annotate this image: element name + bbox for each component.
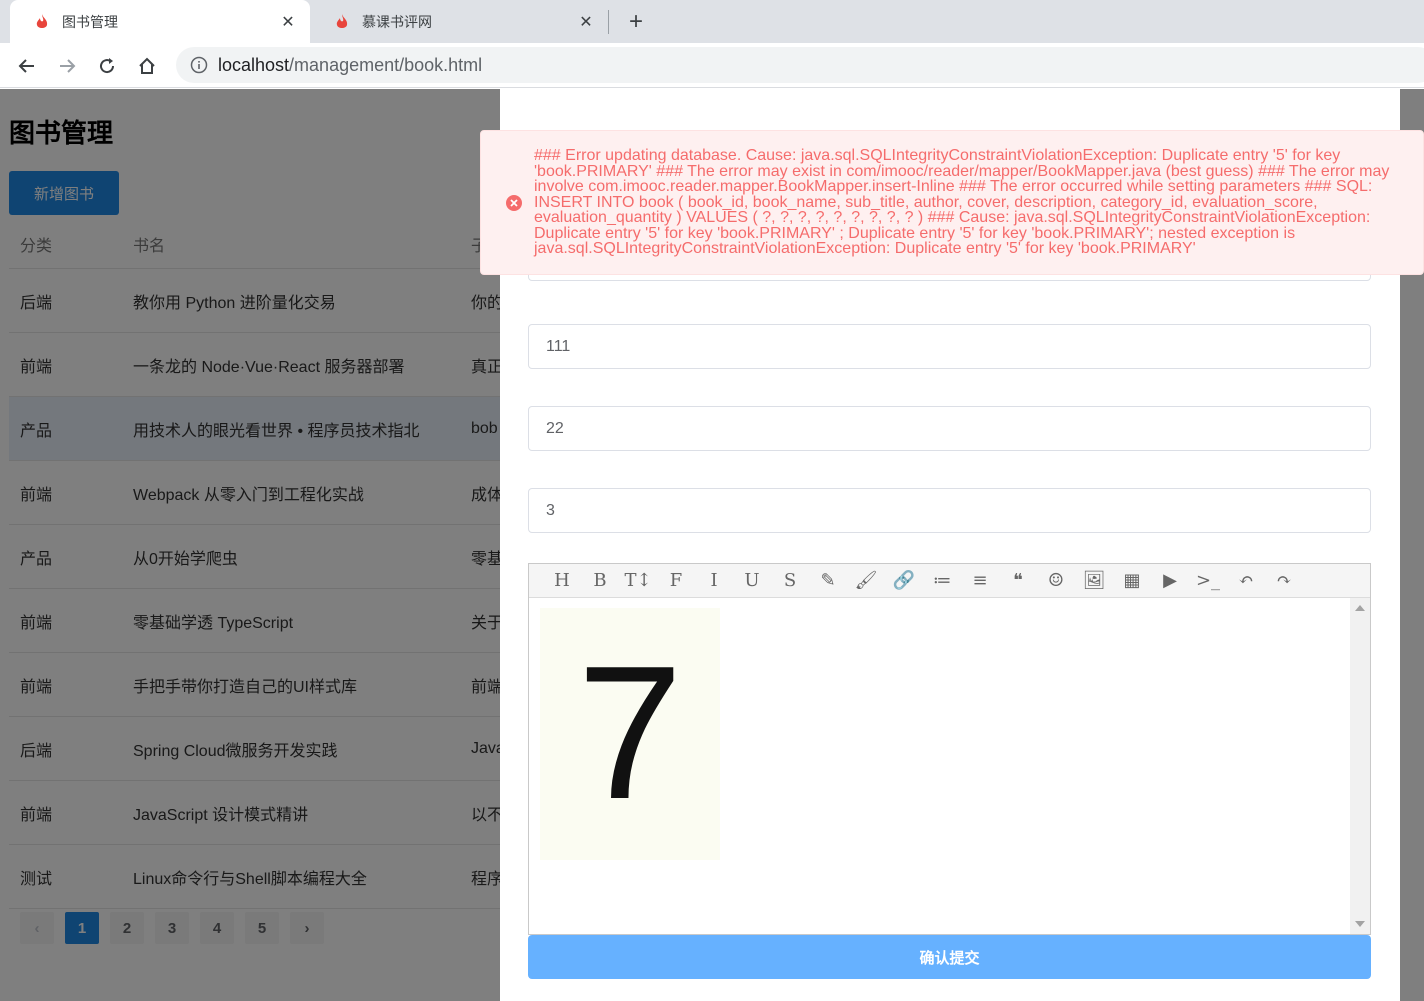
- highlight-icon[interactable]: ✎: [809, 566, 847, 596]
- home-icon[interactable]: [133, 52, 161, 80]
- book-field-1[interactable]: 111: [528, 324, 1371, 369]
- flame-icon: [34, 13, 50, 30]
- tab-book-management[interactable]: 图书管理 ✕: [10, 0, 310, 43]
- heading-icon[interactable]: H: [543, 566, 581, 596]
- browser-tab-bar: 图书管理 ✕ 慕课书评网 ✕ +: [0, 0, 1424, 43]
- url-host: localhost: [218, 54, 290, 75]
- emoji-icon[interactable]: ☺: [1037, 566, 1075, 596]
- redo-icon[interactable]: ↷: [1265, 566, 1303, 596]
- new-tab-plus-icon[interactable]: +: [622, 8, 650, 36]
- italic-icon[interactable]: I: [695, 566, 733, 596]
- editor-toolbar: H B T↕ F I U S ✎ 🖌 🔗 ≔ ≡ ❝ ☺ 🖼 ▦ ▶ >_ ↶ ↷: [529, 564, 1370, 598]
- scroll-down-arrow-icon[interactable]: [1355, 921, 1365, 927]
- error-text: ### Error updating database. Cause: java…: [534, 147, 1390, 258]
- cover-image-text: 7: [577, 627, 683, 839]
- editor-scrollbar[interactable]: [1350, 598, 1370, 934]
- tab-title: 慕课书评网: [362, 13, 432, 30]
- close-icon[interactable]: ✕: [576, 12, 596, 32]
- rich-text-editor[interactable]: H B T↕ F I U S ✎ 🖌 🔗 ≔ ≡ ❝ ☺ 🖼 ▦ ▶ >_ ↶ ↷ 7: [528, 563, 1371, 935]
- strikethrough-icon[interactable]: S: [771, 566, 809, 596]
- submit-button[interactable]: 确认提交: [528, 935, 1371, 979]
- font-family-icon[interactable]: F: [657, 566, 695, 596]
- address-bar[interactable]: localhost/management/book.html: [176, 47, 1424, 83]
- url-path: /management/book.html: [289, 54, 483, 75]
- scroll-up-arrow-icon[interactable]: [1355, 605, 1365, 611]
- underline-icon[interactable]: U: [733, 566, 771, 596]
- back-arrow-icon[interactable]: [13, 52, 41, 80]
- align-icon[interactable]: ≡: [961, 566, 999, 596]
- error-circle-icon: [506, 194, 522, 211]
- quote-icon[interactable]: ❝: [999, 566, 1037, 596]
- tab-separator: [608, 10, 609, 34]
- bold-icon[interactable]: B: [581, 566, 619, 596]
- url-text: localhost/management/book.html: [218, 55, 482, 76]
- cover-image: 7: [540, 608, 720, 860]
- color-brush-icon[interactable]: 🖌: [847, 566, 885, 596]
- error-message: ### Error updating database. Cause: java…: [480, 130, 1424, 275]
- forward-arrow-icon[interactable]: [53, 52, 81, 80]
- code-icon[interactable]: >_: [1189, 566, 1227, 596]
- link-icon[interactable]: 🔗: [885, 566, 923, 596]
- font-size-icon[interactable]: T↕: [619, 566, 657, 596]
- tab-imooc-review[interactable]: 慕课书评网 ✕: [310, 0, 608, 43]
- flame-icon: [334, 13, 350, 30]
- close-icon[interactable]: ✕: [278, 12, 298, 32]
- tab-title: 图书管理: [62, 13, 118, 30]
- table-icon[interactable]: ▦: [1113, 566, 1151, 596]
- browser-toolbar: localhost/management/book.html: [0, 43, 1424, 88]
- image-icon[interactable]: 🖼: [1075, 566, 1113, 596]
- info-icon[interactable]: [190, 56, 208, 74]
- page-content: 图书管理 新增图书 分类 书名 子 后端教你用 Python 进阶量化交易你的前…: [0, 89, 1424, 1001]
- book-field-3[interactable]: 3: [528, 488, 1371, 533]
- list-icon[interactable]: ≔: [923, 566, 961, 596]
- video-icon[interactable]: ▶: [1151, 566, 1189, 596]
- editor-content[interactable]: 7: [529, 598, 1370, 934]
- undo-icon[interactable]: ↶: [1227, 566, 1265, 596]
- reload-icon[interactable]: [93, 52, 121, 80]
- book-field-2[interactable]: 22: [528, 406, 1371, 451]
